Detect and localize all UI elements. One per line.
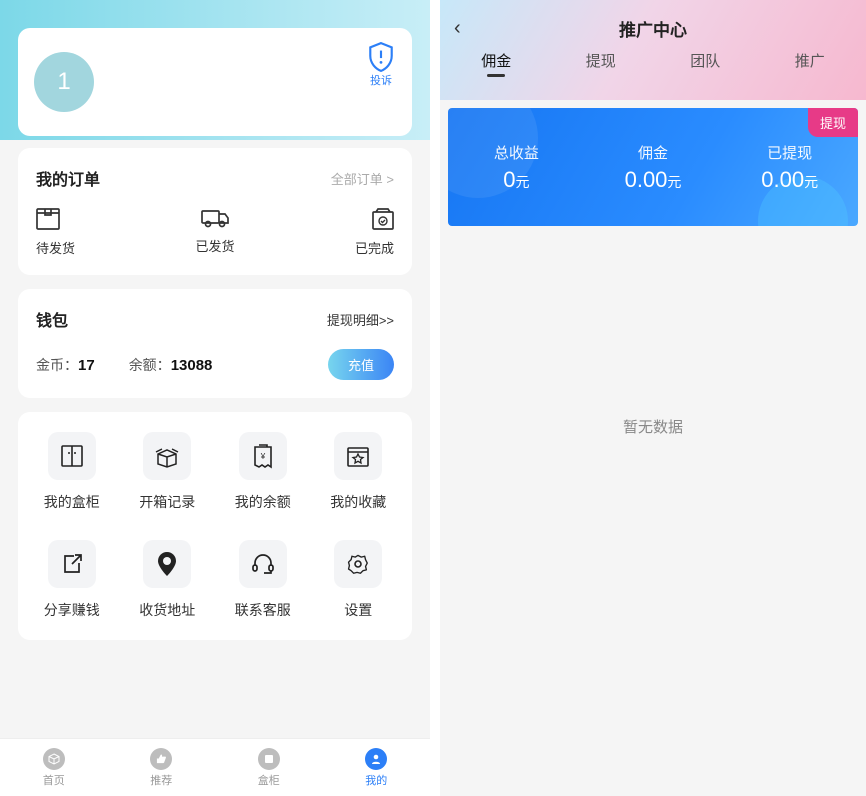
order-label: 已完成 (355, 238, 394, 257)
wallet-title: 钱包 (36, 307, 68, 331)
gear-icon (346, 552, 370, 576)
stat-commission: 佣金 0.00元 (585, 142, 722, 193)
location-icon (157, 551, 177, 577)
order-pending[interactable]: 待发货 (36, 208, 155, 257)
stat-total: 总收益 0元 (448, 142, 585, 193)
withdraw-detail-link[interactable]: 提现明细>> (327, 310, 394, 329)
all-orders-link[interactable]: 全部订单 > (331, 169, 394, 188)
page-title: 推广中心 (440, 16, 866, 41)
headset-icon (251, 552, 275, 576)
tab-cabinet[interactable]: 盒柜 (215, 739, 323, 796)
promo-tabs: 佣金 提现 团队 推广 (440, 50, 866, 81)
tab-withdraw[interactable]: 提现 (549, 50, 654, 81)
orders-title: 我的订单 (36, 166, 100, 190)
truck-icon (201, 208, 229, 228)
complaint-button[interactable]: 投诉 (368, 42, 394, 88)
tab-team[interactable]: 团队 (653, 50, 758, 81)
profile-card: 1 投诉 (18, 28, 412, 136)
share-icon (60, 552, 84, 576)
balance-display: 余额：13088 (129, 355, 213, 375)
order-label: 待发货 (36, 238, 75, 257)
empty-state: 暂无数据 (440, 416, 866, 437)
tab-recommend[interactable]: 推荐 (108, 739, 216, 796)
stat-withdrawn: 已提现 0.00元 (721, 142, 858, 193)
grid-my-balance[interactable]: ¥ 我的余额 (215, 432, 311, 512)
star-box-icon (346, 444, 370, 468)
profile-screen: 1 投诉 我的订单 全部订单 > 待发货 已发货 (0, 0, 430, 796)
bottom-tabbar: 首页 推荐 盒柜 我的 (0, 738, 430, 796)
grid-unbox-log[interactable]: 开箱记录 (120, 432, 216, 512)
recharge-button[interactable]: 充值 (328, 349, 394, 380)
grid-my-favorites[interactable]: 我的收藏 (311, 432, 407, 512)
cabinet-icon (60, 444, 84, 468)
menu-grid: 我的盒柜 开箱记录 ¥ 我的余额 我的收藏 分享赚钱 收货地址 (18, 412, 412, 640)
orders-card: 我的订单 全部订单 > 待发货 已发货 已完成 (18, 148, 412, 275)
wallet-card: 钱包 提现明细>> 金币：17 余额：13088 充值 (18, 289, 412, 398)
cube-icon (43, 748, 65, 770)
grid-contact-service[interactable]: 联系客服 (215, 540, 311, 620)
order-label: 已发货 (195, 236, 234, 255)
unbox-icon (154, 444, 180, 468)
grid-address[interactable]: 收货地址 (120, 540, 216, 620)
tab-promote[interactable]: 推广 (758, 50, 863, 81)
grid-my-cabinet[interactable]: 我的盒柜 (24, 432, 120, 512)
coin-display: 金币：17 (36, 355, 95, 375)
box-solid-icon (258, 748, 280, 770)
earnings-banner: 提现 总收益 0元 佣金 0.00元 已提现 0.00元 (448, 108, 858, 226)
svg-text:¥: ¥ (260, 452, 266, 461)
receipt-icon: ¥ (252, 443, 274, 469)
grid-share-earn[interactable]: 分享赚钱 (24, 540, 120, 620)
order-shipped[interactable]: 已发货 (155, 208, 274, 257)
thumb-icon (150, 748, 172, 770)
tab-mine[interactable]: 我的 (323, 739, 431, 796)
withdraw-button[interactable]: 提现 (808, 108, 858, 137)
tab-commission[interactable]: 佣金 (444, 50, 549, 81)
shield-alert-icon (368, 42, 394, 72)
grid-settings[interactable]: 设置 (311, 540, 407, 620)
complaint-label: 投诉 (370, 72, 392, 88)
avatar[interactable]: 1 (34, 52, 94, 112)
box-icon (36, 208, 60, 230)
tab-home[interactable]: 首页 (0, 739, 108, 796)
promo-header: ‹ 推广中心 佣金 提现 团队 推广 (440, 0, 866, 100)
package-check-icon (372, 208, 394, 230)
order-complete[interactable]: 已完成 (275, 208, 394, 257)
user-icon (365, 748, 387, 770)
promo-screen: ‹ 推广中心 佣金 提现 团队 推广 提现 总收益 0元 佣金 0.00元 已提… (440, 0, 866, 796)
